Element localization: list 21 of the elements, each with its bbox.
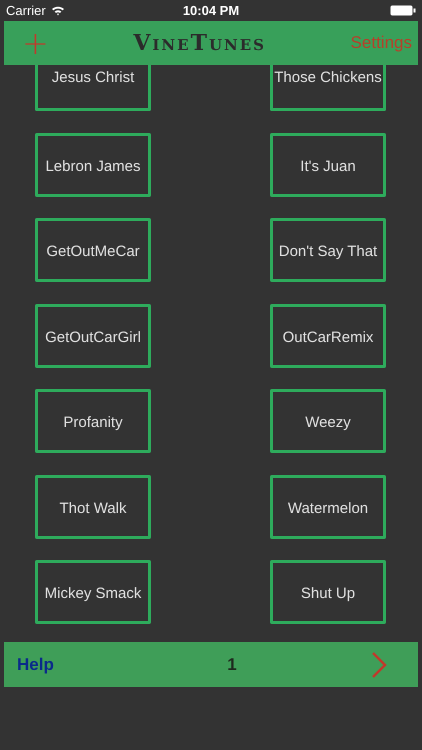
carrier-label: Carrier <box>6 3 46 18</box>
sound-button[interactable]: Profanity <box>35 389 151 453</box>
sound-button[interactable]: OutCarRemix <box>270 304 386 368</box>
battery-icon <box>390 5 416 16</box>
sound-button[interactable]: It's Juan <box>270 132 386 196</box>
status-time: 10:04 PM <box>182 3 240 18</box>
sound-button[interactable]: Watermelon <box>270 474 386 538</box>
wifi-icon <box>50 5 65 16</box>
sound-button[interactable]: Thot Walk <box>35 474 151 538</box>
sound-button[interactable]: Shut Up <box>270 560 386 624</box>
sound-button[interactable]: Lebron James <box>35 132 151 196</box>
sound-button[interactable]: Those Chickens <box>270 65 386 111</box>
page-number: 1 <box>227 654 237 674</box>
sound-button[interactable]: GetOutCarGirl <box>35 304 151 368</box>
sound-button[interactable]: Don't Say That <box>270 218 386 282</box>
sound-button[interactable]: GetOutMeCar <box>35 218 151 282</box>
app-title: VineTunes <box>133 30 266 56</box>
sound-button[interactable]: Weezy <box>270 389 386 453</box>
help-button[interactable]: Help <box>17 654 54 674</box>
sound-button[interactable]: Jesus Christ <box>35 65 151 111</box>
sound-button[interactable]: Mickey Smack <box>35 560 151 624</box>
